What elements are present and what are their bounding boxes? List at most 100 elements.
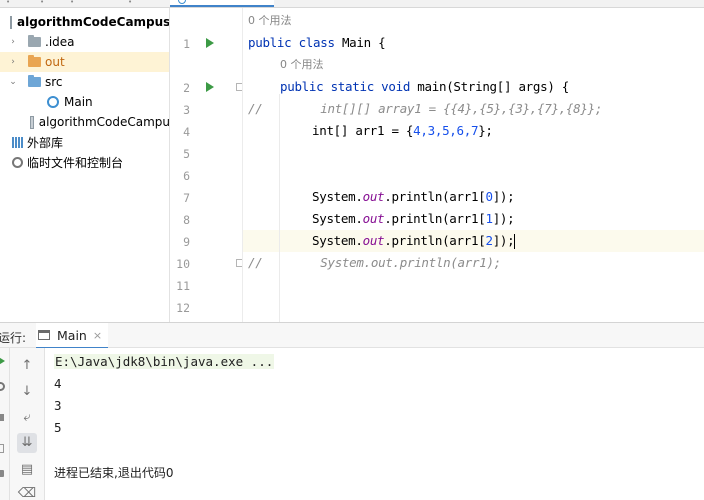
- editor-tab-main[interactable]: [170, 0, 274, 7]
- number-literals: 4,3,5,6,7: [413, 123, 479, 138]
- tree-item-external-libraries[interactable]: 外部库: [0, 132, 169, 152]
- code-line-2: public static void main(String[] args) {: [280, 76, 569, 98]
- console-output-line: 5: [54, 420, 62, 435]
- arrow-up-icon[interactable]: ↑: [17, 356, 37, 376]
- code-line-9: System.out.println(arr1[2]);: [312, 230, 516, 252]
- number-literal: 2: [485, 233, 493, 248]
- code-text: System.: [312, 233, 363, 248]
- line-number: 7: [183, 191, 190, 205]
- line-number: 4: [183, 125, 190, 139]
- run-tab-main[interactable]: Main ×: [36, 323, 108, 349]
- number-literal: 1: [485, 211, 493, 226]
- text-caret: [514, 234, 516, 249]
- static-field: out: [362, 211, 385, 226]
- tree-item-label: 临时文件和控制台: [27, 155, 124, 170]
- chevron-down-icon[interactable]: ⌄: [8, 77, 18, 87]
- tree-item-out[interactable]: › out: [0, 52, 169, 72]
- console-icon: [38, 330, 50, 340]
- layout-icon[interactable]: [0, 444, 4, 453]
- comment-marker: //: [248, 255, 263, 270]
- folder-icon: [28, 35, 41, 47]
- rerun-icon[interactable]: [0, 356, 5, 366]
- comment-text: int[][] array1 = {{4},{5},{3},{7},{8}};: [262, 101, 603, 116]
- scroll-to-end-icon[interactable]: ⇊: [17, 433, 37, 453]
- code-line-1: public class Main {: [248, 32, 386, 54]
- usage-hint[interactable]: 0 个用法: [248, 13, 292, 29]
- code-text: .println(arr1[: [384, 233, 486, 248]
- static-field: out: [362, 189, 385, 204]
- soft-wrap-icon[interactable]: ⤶: [17, 408, 37, 428]
- settings-icon[interactable]: •: [6, 0, 14, 6]
- class-icon: [178, 0, 186, 4]
- console-exit-message: 进程已结束,退出代码0: [54, 466, 174, 480]
- project-tree: algorithmCodeCampus › .idea › out ⌄ src …: [0, 8, 170, 322]
- print-icon[interactable]: ▤: [17, 460, 37, 480]
- run-icon[interactable]: [206, 82, 214, 92]
- run-actions-toolbar: [0, 348, 10, 500]
- tree-item-label: Main: [64, 95, 93, 109]
- indent-guide: [279, 94, 280, 322]
- close-icon[interactable]: ×: [93, 329, 102, 342]
- code-text: Main {: [334, 35, 386, 50]
- line-number: 2: [183, 81, 190, 95]
- line-number: 8: [183, 213, 190, 227]
- library-icon: [12, 136, 24, 148]
- hide-icon[interactable]: •: [128, 0, 136, 6]
- code-text: .println(arr1[: [384, 211, 486, 226]
- restart-icon[interactable]: [0, 382, 5, 391]
- line-number: 6: [183, 169, 190, 183]
- run-icon[interactable]: [206, 38, 214, 48]
- class-icon: [47, 96, 59, 108]
- code-line-3: // int[][] array1 = {{4},{5},{3},{7},{8}…: [248, 98, 602, 120]
- tree-item-src[interactable]: ⌄ src: [0, 72, 169, 92]
- tree-item-label: out: [45, 55, 65, 69]
- tree-root[interactable]: algorithmCodeCampus: [0, 12, 170, 32]
- collapse-icon[interactable]: •: [40, 0, 48, 6]
- tree-item-idea[interactable]: › .idea: [0, 32, 169, 52]
- fold-icon[interactable]: [236, 83, 242, 91]
- fold-icon[interactable]: [236, 259, 242, 267]
- code-text: ]);: [492, 189, 515, 204]
- scratch-icon: [12, 156, 23, 168]
- tree-item-main[interactable]: Main: [0, 92, 169, 112]
- code-text: .println(arr1[: [384, 189, 486, 204]
- console-output-line: 3: [54, 398, 62, 413]
- tree-item-iml[interactable]: algorithmCodeCampu: [0, 112, 169, 132]
- clear-all-icon[interactable]: ⌫: [17, 484, 37, 500]
- console-toolbar: ↑ ↓ ⤶ ⇊ ▤ ⌫: [10, 348, 45, 500]
- tree-item-label: src: [45, 75, 63, 89]
- number-literal: 0: [485, 189, 493, 204]
- tree-item-scratches[interactable]: 临时文件和控制台: [0, 152, 169, 172]
- line-number: 1: [183, 37, 190, 51]
- arrow-down-icon[interactable]: ↓: [17, 382, 37, 402]
- chevron-right-icon[interactable]: ›: [8, 37, 18, 47]
- stop-icon[interactable]: [0, 414, 4, 421]
- usage-hint[interactable]: 0 个用法: [280, 57, 324, 73]
- console-output-line: 4: [54, 376, 62, 391]
- options-icon[interactable]: •: [70, 0, 78, 6]
- run-panel-header: 运行: Main ×: [0, 322, 704, 349]
- code-text: ]);: [492, 211, 515, 226]
- console-output[interactable]: E:\Java\jdk8\bin\java.exe ... 4 3 5 进程已结…: [45, 348, 704, 500]
- tree-item-label: .idea: [45, 35, 75, 49]
- code-text: System.: [312, 211, 363, 226]
- code-line-4: int[] arr1 = {4,3,5,6,7};: [312, 120, 493, 142]
- console-command: E:\Java\jdk8\bin\java.exe ...: [54, 354, 275, 369]
- line-number: 9: [183, 235, 190, 249]
- comment-marker: //: [248, 101, 263, 116]
- code-text: System.: [312, 189, 363, 204]
- code-line-7: System.out.println(arr1[0]);: [312, 186, 515, 208]
- tree-root-label: algorithmCodeCampus: [17, 15, 170, 29]
- line-number: 12: [176, 301, 190, 315]
- chevron-right-icon[interactable]: ›: [8, 57, 18, 67]
- code-text: main(String[] args) {: [410, 79, 570, 94]
- pin-icon[interactable]: [0, 470, 4, 477]
- code-text: };: [478, 123, 493, 138]
- code-editor[interactable]: 0 个用法 public class Main { 0 个用法 public s…: [243, 8, 704, 322]
- module-icon: [10, 15, 12, 29]
- run-tab-label: Main: [57, 327, 87, 343]
- folder-icon: [28, 75, 41, 87]
- code-line-10: // System.out.println(arr1);: [248, 252, 501, 274]
- line-number: 5: [183, 147, 190, 161]
- run-panel-label: 运行:: [0, 331, 27, 345]
